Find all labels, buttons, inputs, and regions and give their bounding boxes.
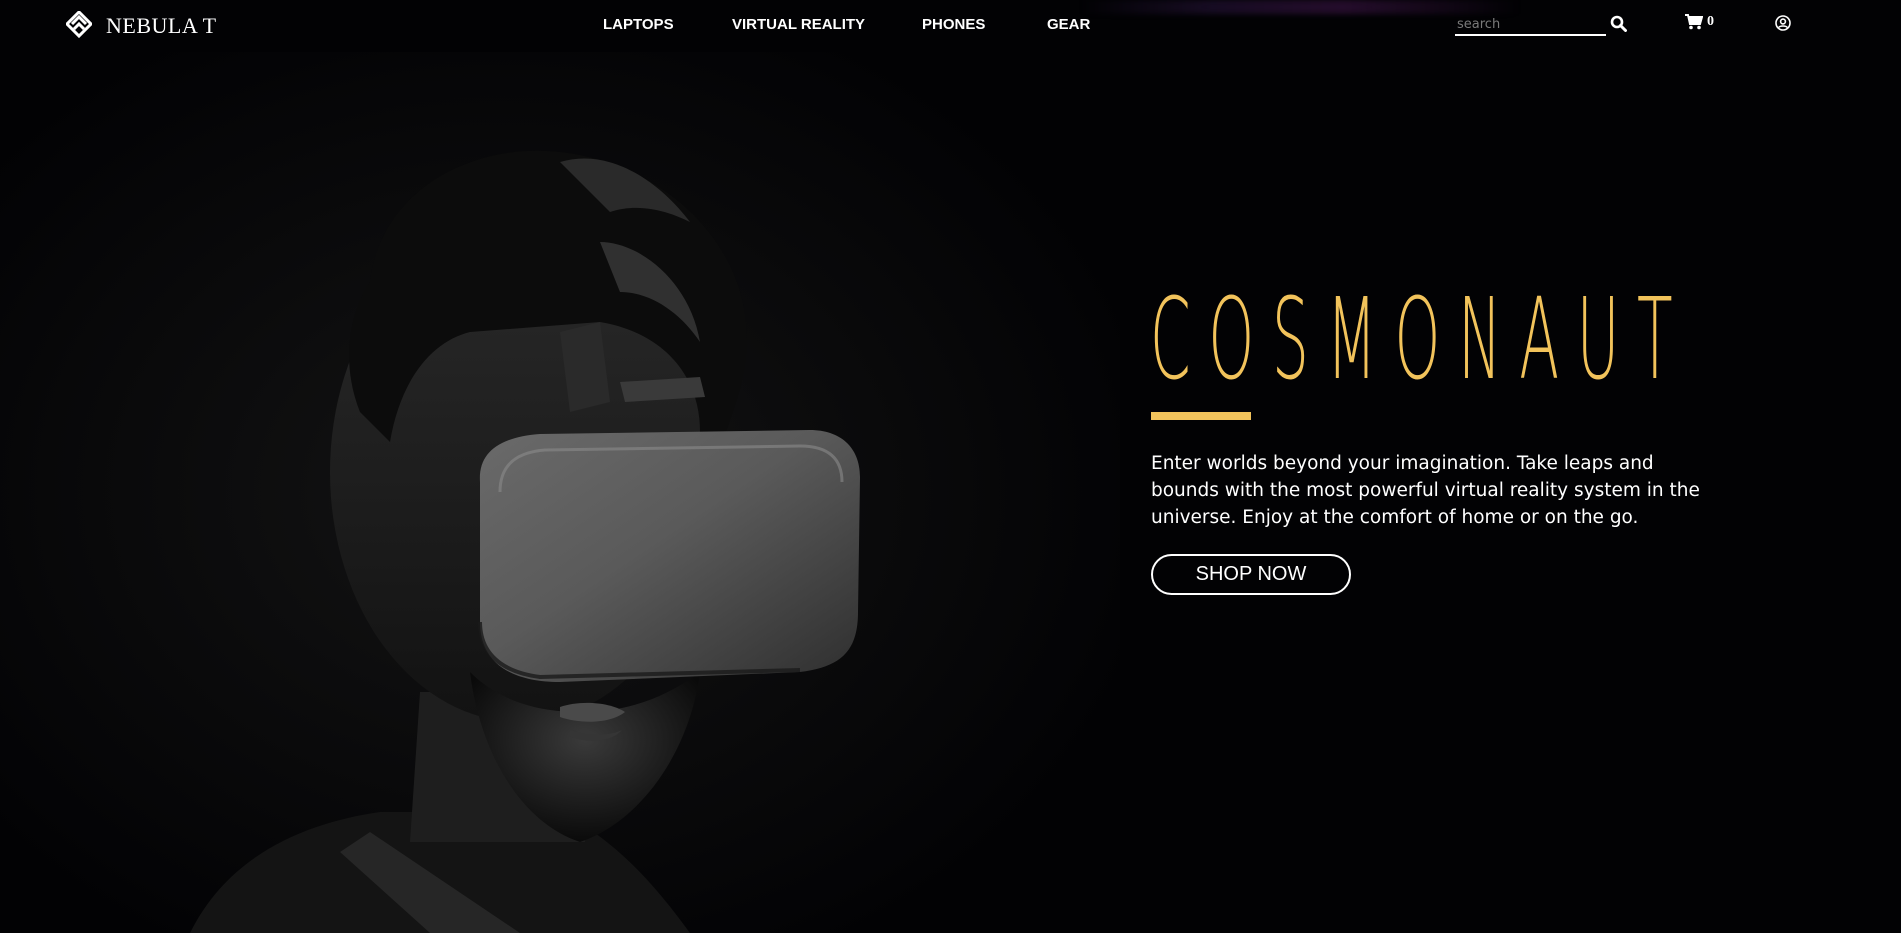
brand-logo[interactable]: NEBULA T	[66, 10, 216, 42]
hero-title: COSMONAUT	[1150, 275, 1691, 405]
hero-description: Enter worlds beyond your imagination. Ta…	[1151, 453, 1700, 528]
cart-button[interactable]: 0	[1685, 14, 1714, 30]
hero-title-underline	[1151, 412, 1251, 420]
search-box	[1455, 14, 1606, 36]
brand-name: NEBULA T	[106, 13, 216, 38]
search-input[interactable]	[1455, 14, 1606, 34]
landing-page: NEBULA T LAPTOPS VIRTUAL REALITY PHONES …	[0, 0, 1901, 933]
user-circle-icon[interactable]	[1775, 14, 1793, 32]
nav-link-laptops[interactable]: LAPTOPS	[603, 16, 674, 33]
cart-count: 0	[1707, 14, 1714, 29]
nav-link-phones[interactable]: PHONES	[922, 16, 985, 33]
nav-link-virtual-reality[interactable]: VIRTUAL REALITY	[732, 16, 865, 33]
cart-icon	[1685, 14, 1703, 30]
top-navbar: NEBULA T LAPTOPS VIRTUAL REALITY PHONES …	[0, 0, 1901, 52]
diamond-logo-icon	[66, 11, 92, 39]
hero-vr-image	[0, 52, 1120, 933]
shop-now-button[interactable]: SHOP NOW	[1151, 554, 1351, 595]
nav-link-gear[interactable]: GEAR	[1047, 16, 1090, 33]
search-icon[interactable]	[1610, 14, 1628, 32]
